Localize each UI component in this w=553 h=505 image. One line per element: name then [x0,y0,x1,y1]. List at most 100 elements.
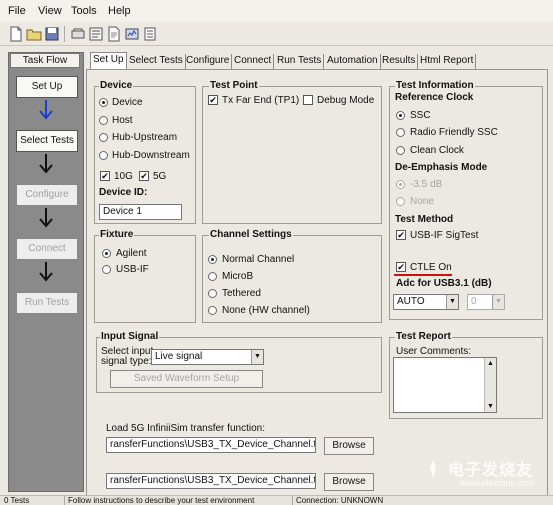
usb-if-sigtest-label: USB-IF SigTest [410,230,479,241]
host-option-label: Host [112,115,133,126]
menu-help[interactable]: Help [108,5,131,17]
device-id-field[interactable]: Device 1 [99,204,182,220]
fixture-usb-if-label: USB-IF [116,264,149,275]
watermark-brand: 电子发烧友 [448,462,534,479]
taskflow-configure-button[interactable]: Configure [16,184,78,206]
menu-bar: File View Tools Help [0,0,553,22]
hub-downstream-option-label: Hub-Downstream [112,150,190,161]
fixture-title: Fixture [99,229,135,240]
user-comments-label: User Comments: [396,346,472,357]
open-folder-icon[interactable] [26,26,42,42]
debug-mode-label: Debug Mode [317,95,375,106]
watermark: 电子发烧友 www.elecfans.com [420,452,550,496]
radio-friendly-ssc-radio[interactable] [396,128,405,137]
signal-type-select[interactable]: Live signal ▼ [151,349,264,365]
save-icon[interactable] [44,26,60,42]
tethered-label: Tethered [222,288,261,299]
none-hw-channel-radio[interactable] [208,306,217,315]
settings-icon[interactable] [142,26,158,42]
ssc-radio[interactable] [396,111,405,120]
tab-configure[interactable]: Configure [184,54,233,70]
de-emphasis-none-radio[interactable] [396,197,405,206]
transfer-function-file-2[interactable]: ransferFunctions\USB3_TX_Device_Channel.… [106,473,316,489]
fixture-usb-if-radio[interactable] [102,265,111,274]
run-tests-icon[interactable] [88,26,104,42]
channel-settings-title: Channel Settings [209,229,293,240]
taskflow-run-tests-button[interactable]: Run Tests [16,292,78,314]
reference-clock-title: Reference Clock [395,92,474,103]
report-icon[interactable] [106,26,122,42]
normal-channel-label: Normal Channel [222,254,295,265]
clean-clock-radio[interactable] [396,146,405,155]
test-point-title: Test Point [209,80,259,91]
connect-icon[interactable] [70,26,86,42]
hub-upstream-radio[interactable] [99,133,108,142]
chevron-down-icon: ▼ [251,350,263,364]
test-point-group [202,86,382,224]
de-emphasis-none-label: None [410,196,434,207]
infiniisim-label: Load 5G InfiniiSim transfer function: [106,423,265,434]
taskflow-connect-button[interactable]: Connect [16,238,78,260]
saved-waveform-setup-button[interactable]: Saved Waveform Setup [110,370,263,388]
toolbar [0,22,553,46]
signal-type-label-2: signal type: [101,356,152,367]
chevron-down-icon: ▼ [492,295,504,309]
ssc-label: SSC [410,110,431,121]
device-option-label: Device [112,97,143,108]
speed-5g-checkbox[interactable]: ✔ [139,171,149,181]
microb-radio[interactable] [208,272,217,281]
tx-far-end-label: Tx Far End (TP1) [222,95,300,106]
tab-select-tests[interactable]: Select Tests [127,54,186,70]
menu-view[interactable]: View [38,5,62,17]
status-connection: Connection: UNKNOWN [292,496,412,505]
scrollbar[interactable]: ▲ ▼ [484,358,496,412]
arrow-down-icon [39,100,53,120]
tethered-radio[interactable] [208,289,217,298]
tab-html-report[interactable]: Html Report [418,54,477,70]
tab-results[interactable]: Results [380,54,419,70]
device-radio[interactable] [99,98,108,107]
speed-10g-checkbox[interactable]: ✔ [100,171,110,181]
host-radio[interactable] [99,116,108,125]
scroll-down-icon[interactable]: ▼ [487,403,494,410]
user-comments-field[interactable] [393,357,497,413]
adc-mode-value: AUTO [397,296,425,307]
usb-if-sigtest-checkbox[interactable]: ✔ [396,230,406,240]
device-group-title: Device [99,80,134,91]
browse-button-2[interactable]: Browse [324,473,374,491]
taskflow-select-tests-button[interactable]: Select Tests [16,130,78,152]
menu-tools[interactable]: Tools [71,5,97,17]
hub-downstream-radio[interactable] [99,151,108,160]
tab-connect[interactable]: Connect [232,54,275,70]
ctle-on-label: CTLE On [410,262,452,273]
tx-far-end-checkbox[interactable]: ✔ [208,95,218,105]
tab-automation[interactable]: Automation [325,54,381,70]
instrument-icon[interactable] [124,26,140,42]
normal-channel-radio[interactable] [208,255,217,264]
ctle-on-checkbox[interactable]: ✔ [396,262,406,272]
arrow-down-icon [39,208,53,228]
fixture-agilent-radio[interactable] [102,249,111,258]
de-emphasis-3-5db-radio[interactable] [396,180,405,189]
adc-value-select[interactable]: 0 ▼ [467,294,505,310]
new-file-icon[interactable] [8,26,24,42]
watermark-logo-icon [430,460,436,478]
tab-set-up[interactable]: Set Up [90,52,127,70]
de-emphasis-3-5db-label: -3.5 dB [410,179,443,190]
input-signal-title: Input Signal [100,331,160,342]
browse-button-1[interactable]: Browse [324,437,374,455]
adc-value: 0 [471,296,477,307]
debug-mode-checkbox[interactable] [303,95,313,105]
status-tests: 0 Tests [4,496,30,505]
adc-mode-select[interactable]: AUTO ▼ [393,294,459,310]
taskflow-setup-button[interactable]: Set Up [16,76,78,98]
tab-run-tests[interactable]: Run Tests [275,54,325,70]
transfer-function-file-1[interactable]: ransferFunctions\USB3_TX_Device_Channel.… [106,437,316,453]
menu-file[interactable]: File [8,5,26,17]
radio-friendly-ssc-label: Radio Friendly SSC [410,127,498,138]
scroll-up-icon[interactable]: ▲ [487,360,494,367]
device-id-label: Device ID: [99,187,148,198]
arrow-down-icon [39,262,53,282]
speed-5g-label: 5G [153,171,167,182]
signal-type-value: Live signal [155,351,203,362]
